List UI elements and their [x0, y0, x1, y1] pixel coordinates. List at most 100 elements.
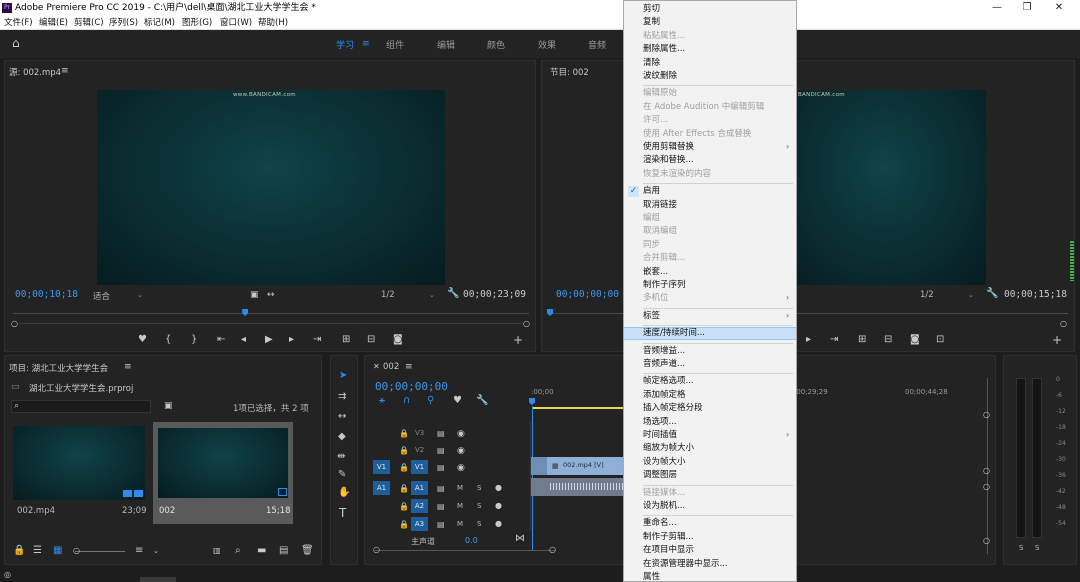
panel-menu-icon[interactable]: ≡: [405, 362, 413, 372]
new-bin-icon[interactable]: ▣: [164, 401, 173, 411]
mute-button[interactable]: M: [457, 502, 463, 510]
menu-help[interactable]: 帮助(H): [258, 16, 288, 30]
zoom-handle-icon[interactable]: ○: [523, 319, 530, 329]
go-to-out-icon[interactable]: ⇥: [830, 335, 838, 345]
selection-tool-icon[interactable]: ➤: [339, 371, 347, 381]
context-menu-item[interactable]: 插入帧定格分段: [643, 402, 793, 415]
zoom-handle-icon[interactable]: ○: [1060, 319, 1067, 329]
context-menu-item[interactable]: 清除: [643, 57, 793, 70]
list-view-icon[interactable]: ☰: [33, 546, 42, 556]
timeline-tab[interactable]: 002: [383, 362, 399, 372]
marker-icon[interactable]: ♥: [138, 335, 147, 345]
context-menu-item[interactable]: 删除属性...: [643, 43, 793, 56]
add-button-icon[interactable]: +: [513, 334, 523, 346]
context-menu-item[interactable]: 时间插值: [643, 429, 793, 442]
solo-left-button[interactable]: S: [1019, 544, 1023, 552]
sort-icon[interactable]: ≡: [135, 546, 143, 556]
scroll-handle-icon[interactable]: ○: [549, 545, 556, 555]
audio-clip[interactable]: [530, 478, 624, 496]
context-menu-item[interactable]: 制作子序列: [643, 279, 793, 292]
workspace-tab-editing[interactable]: 编辑: [437, 38, 455, 51]
extract-icon[interactable]: ⊟: [884, 335, 892, 345]
project-item-selected[interactable]: 002 15;18: [153, 422, 293, 524]
chevron-down-icon[interactable]: ⌄: [429, 290, 435, 300]
timeline-playhead[interactable]: [529, 398, 535, 405]
wrench-icon[interactable]: 🔧: [986, 289, 998, 299]
eye-icon[interactable]: ◉: [457, 429, 465, 439]
lock-icon[interactable]: 🔒: [399, 446, 409, 456]
scroll-handle-icon[interactable]: ○: [983, 536, 990, 546]
source-playhead[interactable]: [242, 309, 249, 316]
context-menu-item[interactable]: 帧定格选项...: [643, 375, 793, 388]
context-menu-item[interactable]: 在资源管理器中显示...: [643, 558, 793, 571]
microphone-icon[interactable]: ●: [495, 483, 502, 493]
menu-file[interactable]: 文件(F): [4, 16, 33, 30]
context-menu-item[interactable]: 场选项...: [643, 416, 793, 429]
nest-icon[interactable]: ⚹: [379, 396, 385, 406]
pen-tool-icon[interactable]: ✎: [338, 470, 346, 480]
menu-graphics[interactable]: 图形(G): [182, 16, 212, 30]
context-menu-item[interactable]: 添加帧定格: [643, 389, 793, 402]
source-time-ruler[interactable]: [13, 313, 529, 314]
workspace-tab-color[interactable]: 颜色: [487, 38, 505, 51]
microphone-icon[interactable]: ●: [495, 501, 502, 511]
video-clip[interactable]: ▦ 002.mp4 [V]: [530, 457, 624, 475]
track-select-icon[interactable]: ⇉: [338, 392, 346, 402]
chevron-down-icon[interactable]: ⌄: [968, 290, 974, 300]
context-menu-item[interactable]: 剪切: [643, 3, 793, 16]
snap-icon[interactable]: ∩: [403, 396, 410, 406]
minimize-icon[interactable]: —: [982, 0, 1012, 16]
go-to-out-icon[interactable]: ⇥: [313, 335, 321, 345]
search-icon[interactable]: ⌕: [235, 546, 241, 556]
solo-button[interactable]: S: [477, 520, 481, 528]
ripple-edit-icon[interactable]: ↔: [338, 412, 346, 422]
work-area-bar[interactable]: [532, 407, 628, 409]
lock-icon[interactable]: 🔒: [399, 502, 409, 512]
search-icon[interactable]: ⌕: [14, 401, 19, 411]
sync-lock-icon[interactable]: ▤: [437, 463, 445, 473]
context-menu-item[interactable]: 启用: [643, 185, 793, 198]
source-timecode[interactable]: 00;00;10;18: [15, 289, 78, 300]
new-item-icon[interactable]: ▤: [279, 546, 288, 556]
step-back-icon[interactable]: ◂: [241, 335, 246, 345]
source-resolution[interactable]: 1/2: [381, 290, 395, 300]
workspace-tab-assembly[interactable]: 组件: [386, 38, 404, 51]
hand-tool-icon[interactable]: ✋: [338, 488, 350, 498]
master-volume[interactable]: 0.0: [465, 536, 478, 545]
mark-in-icon[interactable]: {: [165, 335, 171, 345]
eye-icon[interactable]: ◉: [457, 446, 465, 456]
lock-icon[interactable]: 🔒: [399, 484, 409, 494]
lock-icon[interactable]: 🔒: [399, 429, 409, 439]
lift-icon[interactable]: ⊞: [858, 335, 866, 345]
solo-right-button[interactable]: S: [1035, 544, 1039, 552]
trash-icon[interactable]: 🗑: [301, 546, 314, 556]
zoom-slider[interactable]: [75, 551, 125, 552]
timeline-timecode[interactable]: 00;00;00;00: [375, 380, 448, 393]
solo-button[interactable]: S: [477, 502, 481, 510]
type-tool-icon[interactable]: T: [339, 507, 346, 519]
program-monitor-title[interactable]: 节目: 002: [550, 66, 589, 78]
context-menu-item[interactable]: 渲染和替换...: [643, 154, 793, 167]
workspace-tab-effects[interactable]: 效果: [538, 38, 556, 51]
lock-icon[interactable]: 🔒: [399, 463, 409, 473]
context-menu-item[interactable]: 标签: [643, 310, 793, 323]
source-zoom-bar[interactable]: [19, 323, 523, 324]
menu-sequence[interactable]: 序列(S): [109, 16, 138, 30]
lock-icon[interactable]: 🔒: [13, 546, 25, 556]
sync-lock-icon[interactable]: ▤: [437, 484, 445, 494]
menu-clip[interactable]: 剪辑(C): [74, 16, 104, 30]
program-resolution[interactable]: 1/2: [920, 290, 934, 300]
mark-out-icon[interactable]: }: [191, 335, 197, 345]
overwrite-icon[interactable]: ⊟: [367, 335, 375, 345]
step-forward-icon[interactable]: ▸: [806, 335, 811, 345]
slip-tool-icon[interactable]: ⇹: [337, 452, 345, 462]
scroll-handle-icon[interactable]: ○: [983, 410, 990, 420]
microphone-icon[interactable]: ●: [495, 519, 502, 529]
track-a3-label[interactable]: A3: [411, 517, 428, 531]
sync-lock-icon[interactable]: ▤: [437, 502, 445, 512]
menu-edit[interactable]: 编辑(E): [39, 16, 68, 30]
context-menu-item[interactable]: 波纹删除: [643, 70, 793, 83]
camera-icon[interactable]: ◙: [393, 335, 403, 345]
chevron-down-icon[interactable]: ⌄: [153, 546, 159, 556]
camera-icon[interactable]: ◙: [910, 335, 920, 345]
